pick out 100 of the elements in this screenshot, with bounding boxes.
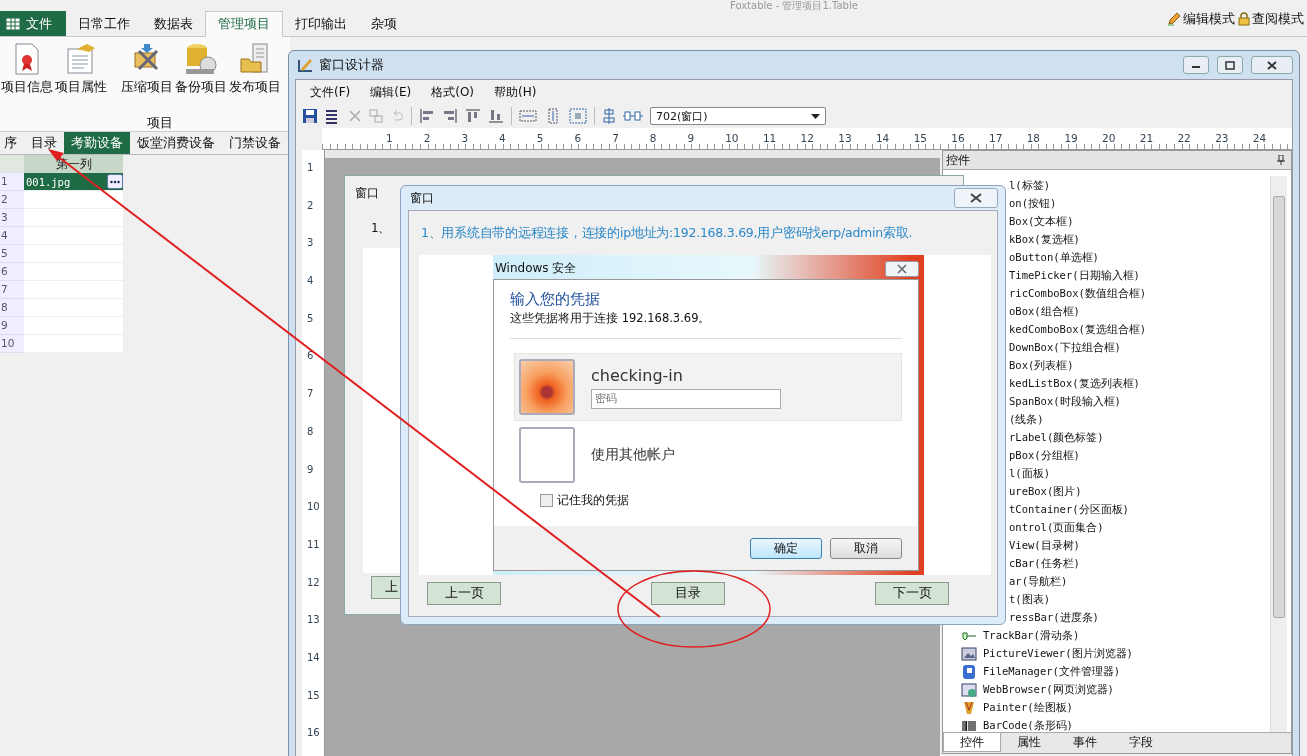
- ribbon-button[interactable]: 压缩项目: [120, 43, 174, 96]
- app-title: Foxtable - 管理项目1.Table: [730, 0, 858, 12]
- ribbon-button[interactable]: 项目属性: [54, 43, 108, 96]
- page-button[interactable]: 下一页: [875, 582, 949, 605]
- ribbon-button[interactable]: 备份项目: [174, 43, 228, 96]
- ribbon-tab[interactable]: 数据表: [142, 11, 205, 36]
- copy-icon[interactable]: [369, 109, 383, 123]
- ribbon-tab[interactable]: 日常工作: [66, 11, 142, 36]
- ruler-number: 11: [306, 538, 321, 552]
- control-list-item[interactable]: BarCode(条形码): [983, 719, 1073, 733]
- ruler-number: 12: [800, 131, 815, 146]
- file-menu-tab[interactable]: 文件: [0, 11, 66, 36]
- control-list-item[interactable]: TrackBar(滑动条): [983, 629, 1080, 643]
- ruler-number: 4: [499, 131, 507, 146]
- menu-item[interactable]: 文件(F): [302, 83, 359, 101]
- cancel-button[interactable]: 取消: [830, 537, 902, 559]
- other-account-option[interactable]: 使用其他帐户: [591, 446, 675, 464]
- control-list-item[interactable]: WebBrowser(网页浏览器): [983, 683, 1114, 697]
- cell-value: 001.jpg: [25, 175, 71, 188]
- ruler-number: 12: [306, 576, 321, 590]
- align-bottom-icon[interactable]: [488, 108, 504, 124]
- user-tile-placeholder: [519, 427, 575, 483]
- minimize-button[interactable]: [1183, 56, 1209, 74]
- menu-item[interactable]: 帮助(H): [486, 83, 545, 101]
- ruler-number: 10: [725, 131, 740, 146]
- window-title: 窗口设计器: [319, 56, 384, 74]
- browser-icon: [961, 682, 977, 698]
- ruler-number: 5: [536, 131, 545, 146]
- form-selector-dropdown[interactable]: 702(窗口): [650, 107, 826, 125]
- ruler-number: 8: [306, 425, 315, 439]
- window-title: 窗口: [410, 189, 434, 207]
- save-icon[interactable]: [302, 108, 318, 124]
- page-button[interactable]: 上一页: [427, 582, 501, 605]
- center-vertical-icon[interactable]: [602, 108, 616, 124]
- checkbox[interactable]: [540, 494, 553, 507]
- read-mode-button[interactable]: 查阅模式: [1238, 10, 1304, 28]
- ok-button[interactable]: 确定: [750, 537, 822, 559]
- picture-icon: [961, 646, 977, 662]
- table-cell[interactable]: 001.jpg: [24, 173, 123, 191]
- maximize-button[interactable]: [1217, 56, 1243, 74]
- menu-item[interactable]: 格式(O): [423, 83, 483, 101]
- user-name: checking-in: [591, 365, 684, 385]
- row-number: 10: [0, 335, 24, 353]
- row-number: 6: [0, 263, 24, 281]
- sheet-tab[interactable]: 目录: [24, 132, 64, 154]
- ribbon-tab[interactable]: 打印输出: [283, 11, 359, 36]
- ruler-number: 19: [1064, 131, 1079, 146]
- ruler-number: 4: [306, 275, 315, 289]
- ruler-number: 6: [306, 350, 315, 364]
- ribbon-tab[interactable]: 管理项目: [205, 11, 283, 37]
- ruler-number: 13: [306, 614, 321, 628]
- document-icon: [65, 43, 97, 75]
- panel-tab[interactable]: 事件: [1057, 733, 1113, 752]
- cut-icon[interactable]: [348, 109, 362, 123]
- row-number: 1: [0, 173, 24, 191]
- align-top-icon[interactable]: [465, 108, 481, 124]
- page-button[interactable]: 目录: [651, 582, 725, 605]
- edit-mode-button[interactable]: 编辑模式: [1167, 10, 1235, 28]
- pencil-icon: [1167, 12, 1181, 26]
- ruler-number: 15: [913, 131, 928, 146]
- align-right-icon[interactable]: [442, 108, 458, 124]
- panel-title: 控件: [946, 151, 970, 169]
- ruler-number: 6: [574, 131, 583, 146]
- ribbon-tab[interactable]: 杂项: [359, 11, 409, 36]
- scrollbar[interactable]: [1270, 176, 1287, 732]
- window-title: Windows 安全: [495, 260, 577, 277]
- instruction-text: 1、: [371, 220, 391, 237]
- close-button[interactable]: [1251, 56, 1293, 74]
- center-horizontal-icon[interactable]: [623, 109, 643, 123]
- panel-tab[interactable]: 属性: [1001, 733, 1057, 752]
- certificate-document-icon: [12, 43, 42, 75]
- dialog-heading: 输入您的凭据: [509, 289, 601, 309]
- database-disc-icon: [184, 43, 218, 75]
- sheet-tab[interactable]: 门禁设备: [222, 132, 288, 154]
- pin-icon[interactable]: [1277, 155, 1285, 165]
- ruler-number: 13: [838, 131, 853, 146]
- row-number: 5: [0, 245, 24, 263]
- ellipsis-icon[interactable]: [107, 174, 123, 189]
- password-field[interactable]: 密码: [591, 388, 781, 409]
- ribbon-button[interactable]: 发布项目: [228, 43, 282, 96]
- sheet-tab[interactable]: 考勤设备: [64, 132, 130, 154]
- menu-item[interactable]: 编辑(E): [362, 83, 420, 101]
- row-number: 2: [0, 191, 24, 209]
- ruler-number: 21: [1139, 131, 1155, 146]
- close-button[interactable]: [954, 188, 998, 208]
- ruler-number: 7: [306, 388, 315, 402]
- same-size-icon[interactable]: [569, 108, 587, 124]
- row-number: 3: [0, 209, 24, 227]
- row-number: 8: [0, 299, 24, 317]
- same-width-icon[interactable]: [519, 108, 537, 124]
- ruler-number: 3: [306, 237, 315, 251]
- panel-tab[interactable]: 控件: [943, 733, 1001, 752]
- control-list-item[interactable]: PictureViewer(图片浏览器): [983, 647, 1133, 661]
- align-left-icon[interactable]: [419, 108, 435, 124]
- control-list-item[interactable]: FileManager(文件管理器): [983, 665, 1121, 679]
- sheet-tab[interactable]: 饭堂消费设备: [130, 132, 222, 154]
- sheet-tab[interactable]: 序: [0, 132, 24, 154]
- panel-tab[interactable]: 字段: [1113, 733, 1169, 752]
- control-list-item[interactable]: Painter(绘图板): [983, 701, 1073, 715]
- ribbon-button[interactable]: 项目信息: [0, 43, 54, 96]
